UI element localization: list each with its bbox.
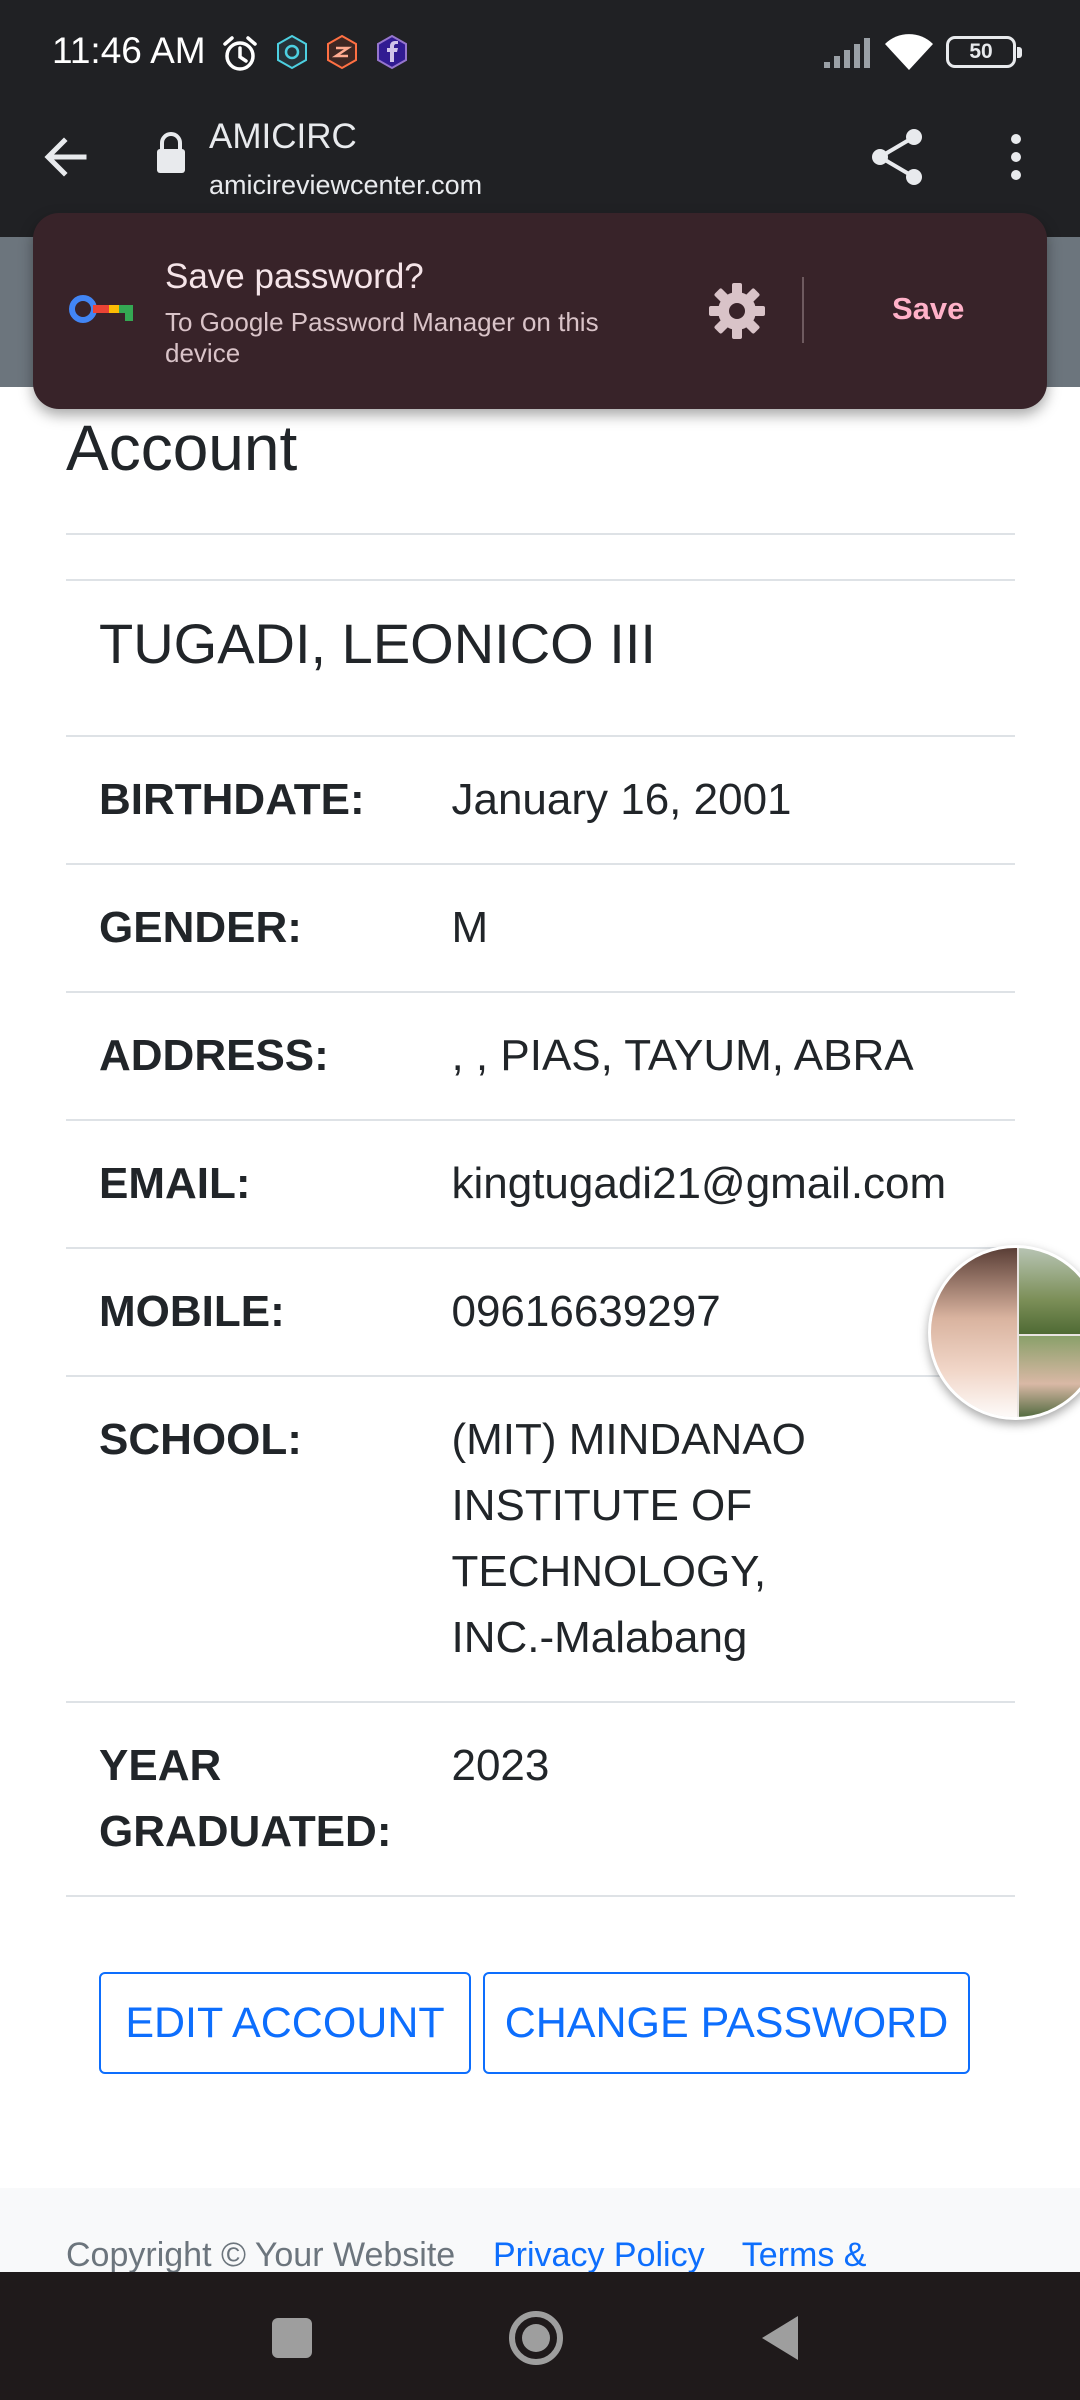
chat-head-avatar[interactable] — [928, 1245, 1080, 1420]
status-time: 11:46 AM — [52, 30, 206, 71]
avatar — [1019, 1336, 1080, 1417]
back-arrow-icon[interactable] — [38, 129, 94, 185]
field-value: (MIT) MINDANAO INSTITUTE OF TECHNOLOGY, … — [451, 1375, 1015, 1702]
battery-icon: 50 — [946, 36, 1022, 68]
save-password-prompt: Save password? To Google Password Manage… — [33, 213, 1047, 409]
table-row: MOBILE: 09616639297 — [66, 1247, 1015, 1376]
gear-icon[interactable] — [705, 279, 769, 343]
field-value: kingtugadi21@gmail.com — [451, 1119, 1015, 1248]
app-icon — [325, 34, 359, 75]
back-icon[interactable] — [742, 2300, 818, 2376]
field-value: , , PIAS, TAYUM, ABRA — [451, 991, 1015, 1120]
table-row: SCHOOL: (MIT) MINDANAO INSTITUTE OF TECH… — [66, 1375, 1015, 1702]
table-row: TUGADI, LEONICO III — [66, 579, 1015, 736]
table-row: YEAR GRADUATED: 2023 — [66, 1701, 1015, 1897]
save-password-button[interactable]: Save — [892, 291, 964, 327]
field-label: ADDRESS: — [66, 991, 452, 1120]
prompt-subtitle: To Google Password Manager on this devic… — [165, 307, 599, 368]
wifi-icon — [884, 32, 934, 77]
site-title[interactable]: AMICIRC — [209, 117, 357, 157]
signal-icon — [822, 36, 874, 75]
alarm-icon — [220, 34, 260, 79]
table-row: BIRTHDATE: January 16, 2001 — [66, 735, 1015, 864]
field-label: MOBILE: — [66, 1247, 452, 1376]
copyright-text: Copyright © Your Website — [66, 2236, 456, 2274]
field-label: BIRTHDATE: — [66, 735, 452, 864]
change-password-button[interactable]: CHANGE PASSWORD — [483, 1972, 970, 2074]
lock-icon[interactable] — [154, 131, 188, 180]
recents-icon[interactable] — [254, 2300, 330, 2376]
avatar — [931, 1248, 1017, 1417]
status-bar: 11:46 AM 50 — [0, 0, 1080, 105]
account-info-table: TUGADI, LEONICO III BIRTHDATE: January 1… — [66, 579, 1015, 1897]
account-name: TUGADI, LEONICO III — [66, 579, 1015, 736]
privacy-policy-link[interactable]: Privacy Policy — [493, 2236, 705, 2274]
share-icon[interactable] — [868, 125, 928, 189]
table-row: GENDER: M — [66, 863, 1015, 992]
field-label: YEAR GRADUATED: — [66, 1701, 452, 1897]
prompt-title: Save password? — [165, 257, 424, 296]
more-vert-icon[interactable] — [998, 125, 1034, 189]
account-page: Account TUGADI, LEONICO III BIRTHDATE: J… — [0, 387, 1080, 2187]
divider — [66, 533, 1015, 535]
table-row: ADDRESS: , , PIAS, TAYUM, ABRA — [66, 991, 1015, 1120]
footer: Copyright © Your Website Privacy Policy … — [0, 2188, 1080, 2275]
terms-link[interactable]: Terms & — [742, 2236, 867, 2274]
facebook-icon — [375, 34, 409, 75]
battery-level: 50 — [969, 40, 993, 63]
avatar — [1019, 1248, 1080, 1334]
page-title: Account — [66, 412, 298, 484]
navigation-bar — [0, 2272, 1080, 2400]
divider — [802, 277, 804, 343]
home-icon[interactable] — [498, 2300, 574, 2376]
site-url[interactable]: amicireviewcenter.com — [209, 170, 482, 201]
field-label: EMAIL: — [66, 1119, 452, 1248]
field-label: GENDER: — [66, 863, 452, 992]
edit-account-button[interactable]: EDIT ACCOUNT — [99, 1972, 471, 2074]
field-value: M — [451, 863, 1015, 992]
footer-text: Copyright © Your Website Privacy Policy … — [66, 2236, 866, 2275]
field-value: 2023 — [451, 1701, 1015, 1897]
field-label: SCHOOL: — [66, 1375, 452, 1702]
field-value: January 16, 2001 — [451, 735, 1015, 864]
app-icon — [275, 34, 309, 75]
table-row: EMAIL: kingtugadi21@gmail.com — [66, 1119, 1015, 1248]
key-icon — [67, 287, 137, 336]
